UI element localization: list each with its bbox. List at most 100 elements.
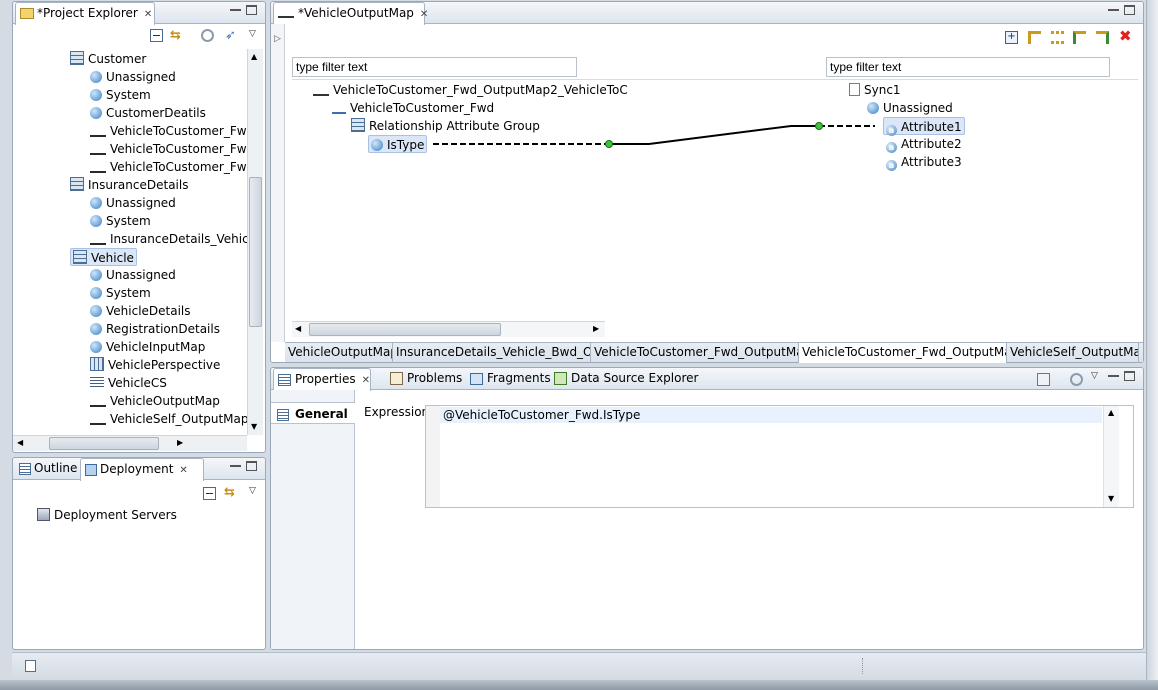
explorer-item[interactable]: VehicleCS — [90, 374, 167, 392]
scrollbar-thumb[interactable] — [249, 177, 262, 327]
maximize-icon[interactable] — [1124, 371, 1135, 381]
status-bar — [12, 652, 1146, 678]
tab-project-explorer[interactable]: *Project Explorer ✕ — [15, 2, 155, 25]
table-icon — [70, 51, 84, 65]
maximize-icon[interactable] — [246, 5, 257, 15]
fast-view-icon[interactable] — [25, 660, 36, 672]
deployment-servers-item[interactable]: Deployment Servers — [37, 506, 177, 524]
maximize-icon[interactable] — [246, 461, 257, 471]
scrollbar-thumb[interactable] — [49, 437, 159, 450]
tab-deployment[interactable]: Deployment ✕ — [80, 458, 204, 481]
view-menu-icon[interactable]: ▽ — [1091, 371, 1104, 384]
explorer-item[interactable]: System — [90, 212, 151, 230]
tab-properties[interactable]: Properties ✕ — [273, 368, 371, 391]
tab-vehicletocustomer-fwd-1[interactable]: VehicleToCustomer_Fwd_OutputMa... — [591, 343, 799, 363]
explorer-item[interactable]: VehicleOutputMap — [90, 392, 220, 410]
expression-vertical-scrollbar[interactable]: ▲ ▼ — [1103, 406, 1119, 507]
close-icon[interactable]: ✕ — [362, 375, 370, 386]
minimize-icon[interactable] — [1108, 371, 1119, 377]
table-icon — [73, 250, 87, 264]
pin-view-icon[interactable] — [1037, 373, 1050, 386]
grid-icon — [90, 357, 104, 371]
data-source-icon — [554, 372, 567, 385]
explorer-item-label: VehicleDetails — [106, 304, 191, 318]
scroll-down-arrow-icon[interactable]: ▼ — [251, 422, 257, 431]
explorer-item[interactable]: VehicleSelf_OutputMap — [90, 410, 247, 428]
scroll-right-arrow-icon[interactable]: ▶ — [177, 438, 183, 447]
scroll-up-arrow-icon[interactable]: ▲ — [251, 52, 257, 61]
explorer-item[interactable]: System — [90, 284, 151, 302]
explorer-item-label: VehicleToCustomer_Fwd_ — [110, 142, 247, 156]
status-separator — [862, 658, 863, 674]
explorer-item[interactable]: InsuranceDetails_Vehicle_ — [90, 230, 247, 248]
minimize-icon[interactable] — [230, 461, 241, 467]
explorer-item[interactable]: VehicleToCustomer_Fwd_ — [90, 122, 247, 140]
tab-vehicletocustomer-fwd-2[interactable]: VehicleToCustomer_Fwd_OutputMa... — [799, 343, 1007, 363]
explorer-item[interactable]: Unassigned — [90, 68, 176, 86]
scroll-left-arrow-icon[interactable]: ◀ — [295, 324, 301, 333]
tab-vehicleselfoutputmap[interactable]: VehicleSelf_OutputMap — [1007, 343, 1139, 363]
expression-text[interactable]: @VehicleToCustomer_Fwd.IsType — [443, 408, 640, 422]
problems-icon — [390, 372, 403, 385]
explorer-item-label: VehicleOutputMap — [110, 394, 220, 408]
explorer-item-label: CustomerDeatils — [106, 106, 206, 120]
map-icon — [90, 165, 106, 173]
ball-icon — [90, 89, 102, 101]
close-icon[interactable]: ✕ — [179, 465, 187, 476]
collapse-all-icon[interactable] — [150, 29, 163, 42]
close-icon[interactable]: ✕ — [144, 9, 152, 20]
explorer-item-label: VehicleSelf_OutputMap — [110, 412, 247, 426]
explorer-vertical-scrollbar[interactable]: ▲ ▼ — [247, 49, 263, 435]
link-with-editor-icon[interactable]: ⇆ — [224, 486, 237, 499]
filter-icon[interactable] — [1070, 373, 1083, 386]
explorer-item[interactable]: VehicleToCustomer_Fwd_ — [90, 158, 247, 176]
explorer-item[interactable]: VehiclePerspective — [90, 356, 220, 374]
tab-problems[interactable]: Problems — [386, 368, 466, 390]
mapping-horizontal-scrollbar[interactable]: ◀ ▶ — [292, 321, 605, 337]
explorer-item[interactable]: CustomerDeatils — [90, 104, 206, 122]
scroll-right-arrow-icon[interactable]: ▶ — [593, 324, 599, 333]
explorer-item[interactable]: RegistrationDetails — [90, 320, 220, 338]
expression-editor[interactable]: @VehicleToCustomer_Fwd.IsType ▲ ▼ — [425, 405, 1134, 508]
tab-general[interactable]: General — [271, 402, 355, 424]
tab-insurancedetails-bwd[interactable]: InsuranceDetails_Vehicle_Bwd_Ou... — [393, 343, 591, 363]
minimize-icon[interactable] — [230, 5, 241, 11]
collapse-all-icon[interactable] — [203, 487, 216, 500]
tab-outline[interactable]: Outline — [15, 458, 81, 480]
tab-vehicleoutputmap[interactable]: VehicleOutputMap — [285, 343, 393, 363]
scroll-left-arrow-icon[interactable]: ◀ — [17, 438, 23, 447]
filter-icon[interactable] — [201, 29, 214, 42]
explorer-item[interactable]: Customer — [70, 50, 146, 68]
scroll-up-arrow-icon[interactable]: ▲ — [1108, 408, 1114, 417]
explorer-item-label: VehiclePerspective — [108, 358, 221, 372]
input-map-icon — [90, 341, 102, 353]
ball-icon — [90, 71, 102, 83]
explorer-item[interactable]: VehicleToCustomer_Fwd_ — [90, 140, 247, 158]
outline-deployment-view: Outline Deployment ✕ ⇆ ▽ Deployment Serve… — [12, 457, 266, 650]
tab-fragments[interactable]: Fragments — [466, 368, 555, 390]
properties-view: Properties ✕ Problems Fragments Data Sour… — [270, 367, 1144, 650]
explorer-item[interactable]: VehicleDetails — [90, 302, 191, 320]
explorer-item[interactable]: Unassigned — [90, 194, 176, 212]
explorer-item[interactable]: Unassigned — [90, 266, 176, 284]
explorer-item-label: VehicleInputMap — [106, 340, 206, 354]
explorer-item[interactable]: System — [90, 86, 151, 104]
view-menu-icon[interactable]: ▽ — [249, 486, 262, 499]
explorer-item[interactable]: InsuranceDetails — [70, 176, 188, 194]
explorer-horizontal-scrollbar[interactable]: ◀ ▶ — [13, 435, 247, 451]
map-icon — [90, 399, 106, 407]
explorer-item-label: Customer — [88, 52, 147, 66]
tab-data-source-explorer[interactable]: Data Source Explorer — [550, 368, 702, 390]
scrollbar-thumb[interactable] — [309, 323, 501, 336]
source-anchor-point — [605, 140, 613, 148]
explorer-item-label: System — [106, 286, 151, 300]
explorer-item-label: VehicleToCustomer_Fwd_ — [110, 124, 247, 138]
window-bottom-edge — [0, 680, 1158, 690]
mapping-connector[interactable] — [271, 2, 1141, 342]
link-with-editor-icon[interactable]: ⇆ — [170, 29, 183, 42]
view-menu-icon[interactable]: ▽ — [249, 29, 262, 42]
explorer-item[interactable]: Vehicle — [70, 248, 137, 266]
explorer-item[interactable]: VehicleInputMap — [90, 338, 205, 356]
scroll-down-arrow-icon[interactable]: ▼ — [1108, 494, 1114, 503]
pin-icon[interactable]: ➶ — [225, 29, 238, 42]
